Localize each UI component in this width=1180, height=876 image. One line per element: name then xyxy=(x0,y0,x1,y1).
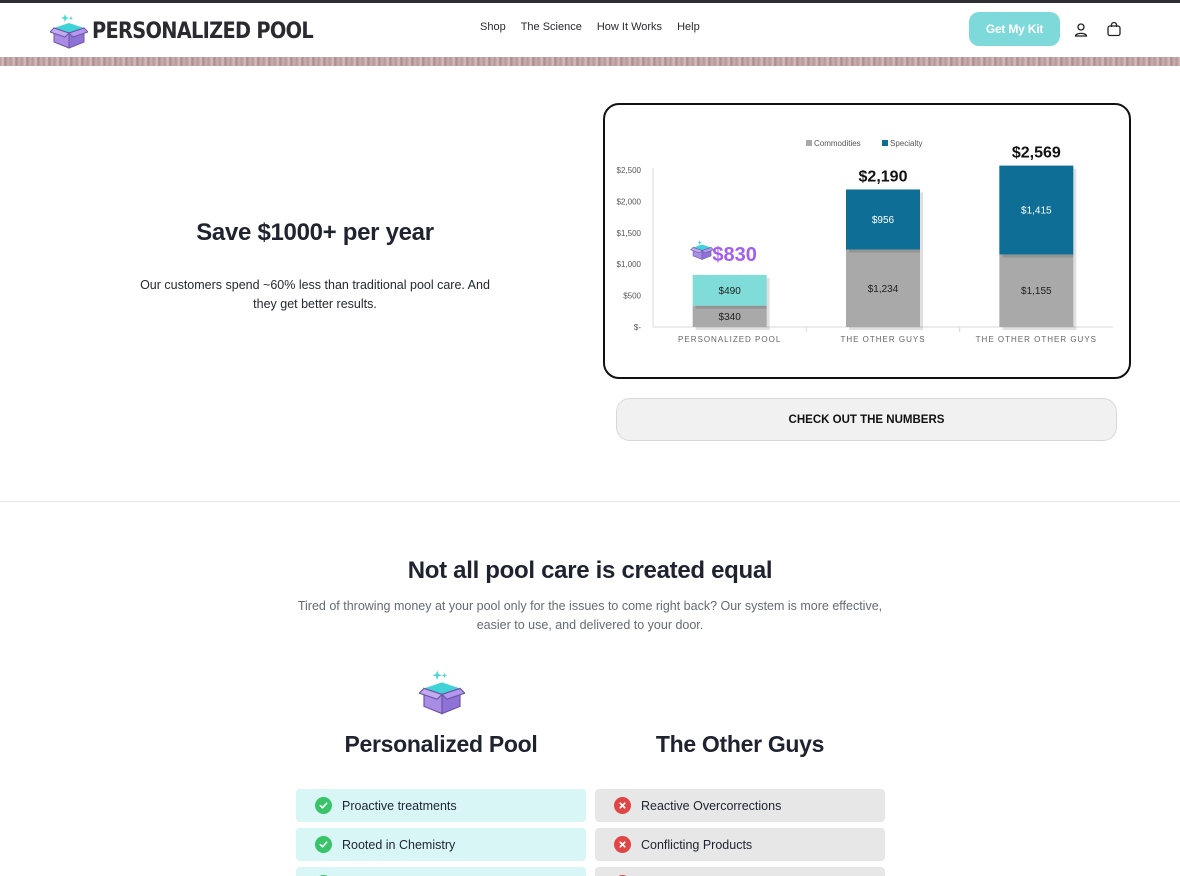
list-item-label: Rooted in Chemistry xyxy=(342,837,456,852)
y-tick-label: $2,000 xyxy=(617,197,642,206)
other-guys-heading: The Other Guys xyxy=(655,731,825,757)
bar-data-label: $1,155 xyxy=(1021,286,1052,297)
site-header: PERSONALIZED POOL Shop The Science How I… xyxy=(0,3,1180,57)
comparison-title: Not all pool care is created equal xyxy=(407,557,773,584)
personalized-pool-heading: Personalized Pool xyxy=(344,731,538,757)
personalized-pool-benefits: Proactive treatments Rooted in Chemistry xyxy=(296,789,586,876)
nav-shop[interactable]: Shop xyxy=(480,21,506,33)
box-logo-icon xyxy=(50,14,88,49)
legend-swatch-commodities xyxy=(806,140,812,146)
check-icon xyxy=(315,836,332,853)
account-icon[interactable] xyxy=(1073,22,1089,38)
get-my-kit-button[interactable]: Get My Kit xyxy=(969,12,1060,46)
y-tick-label: $1,500 xyxy=(617,229,642,238)
bar-total-label: $2,190 xyxy=(859,168,908,185)
x-tick-label: THE OTHER GUYS xyxy=(840,335,925,344)
list-item: Reactive Overcorrections xyxy=(595,789,885,822)
bar-data-label: $1,234 xyxy=(868,284,899,295)
y-tick-label: $2,500 xyxy=(617,166,642,175)
decorative-banner-strip xyxy=(0,57,1180,66)
box-logo-icon xyxy=(690,240,715,260)
other-guys-drawbacks: Reactive Overcorrections Conflicting Pro… xyxy=(595,789,885,876)
check-out-numbers-button[interactable]: CHECK OUT THE NUMBERS xyxy=(616,398,1117,441)
cost-comparison-chart: $- $500 $1,000 $1,500 $2,000 $2,500 Commoditie… xyxy=(603,103,1131,379)
nav-how-it-works[interactable]: How It Works xyxy=(597,21,662,33)
section-divider xyxy=(0,501,1180,502)
y-tick-label: $- xyxy=(634,323,641,332)
list-item: Conflicting Products xyxy=(595,828,885,861)
bar-data-label: $1,415 xyxy=(1021,206,1052,217)
savings-subtitle: Our customers spend ~60% less than tradi… xyxy=(140,278,490,311)
list-item: Proactive treatments xyxy=(296,789,586,822)
brand-logo[interactable]: PERSONALIZED POOL xyxy=(50,11,343,51)
list-item xyxy=(595,867,885,876)
list-item: Rooted in Chemistry xyxy=(296,828,586,861)
list-item-label: Proactive treatments xyxy=(342,798,457,813)
bar-total-label: $2,569 xyxy=(1012,145,1061,162)
stacked-bar-chart: $- $500 $1,000 $1,500 $2,000 $2,500 Commoditie… xyxy=(617,139,1113,344)
brand-name: PERSONALIZED POOL xyxy=(92,18,314,44)
list-item xyxy=(296,867,586,876)
legend-swatch-specialty xyxy=(882,140,888,146)
x-tick-label: THE OTHER OTHER GUYS xyxy=(976,335,1097,344)
x-icon xyxy=(614,836,631,853)
legend-label: Specialty xyxy=(890,139,922,148)
main-nav: Shop The Science How It Works Help xyxy=(480,21,715,33)
y-tick-label: $500 xyxy=(623,292,641,301)
y-tick-label: $1,000 xyxy=(617,260,642,269)
bar-data-label: $340 xyxy=(719,312,742,323)
list-item-label: Reactive Overcorrections xyxy=(641,798,782,813)
x-icon xyxy=(614,797,631,814)
nav-help[interactable]: Help xyxy=(677,21,700,33)
bar-total-label: $830 xyxy=(712,244,757,266)
cart-icon[interactable] xyxy=(1106,21,1122,37)
x-tick-label: PERSONALIZED POOL xyxy=(678,335,781,344)
bar-data-label: $490 xyxy=(719,286,742,297)
box-logo-icon xyxy=(419,670,465,715)
comparison-subtitle: Tired of throwing money at your pool onl… xyxy=(297,599,883,632)
bar-data-label: $956 xyxy=(872,215,895,226)
legend-label: Commodities xyxy=(814,139,861,148)
check-icon xyxy=(315,797,332,814)
nav-the-science[interactable]: The Science xyxy=(521,21,582,33)
savings-title: Save $1000+ per year xyxy=(196,219,434,246)
list-item-label: Conflicting Products xyxy=(641,837,753,852)
